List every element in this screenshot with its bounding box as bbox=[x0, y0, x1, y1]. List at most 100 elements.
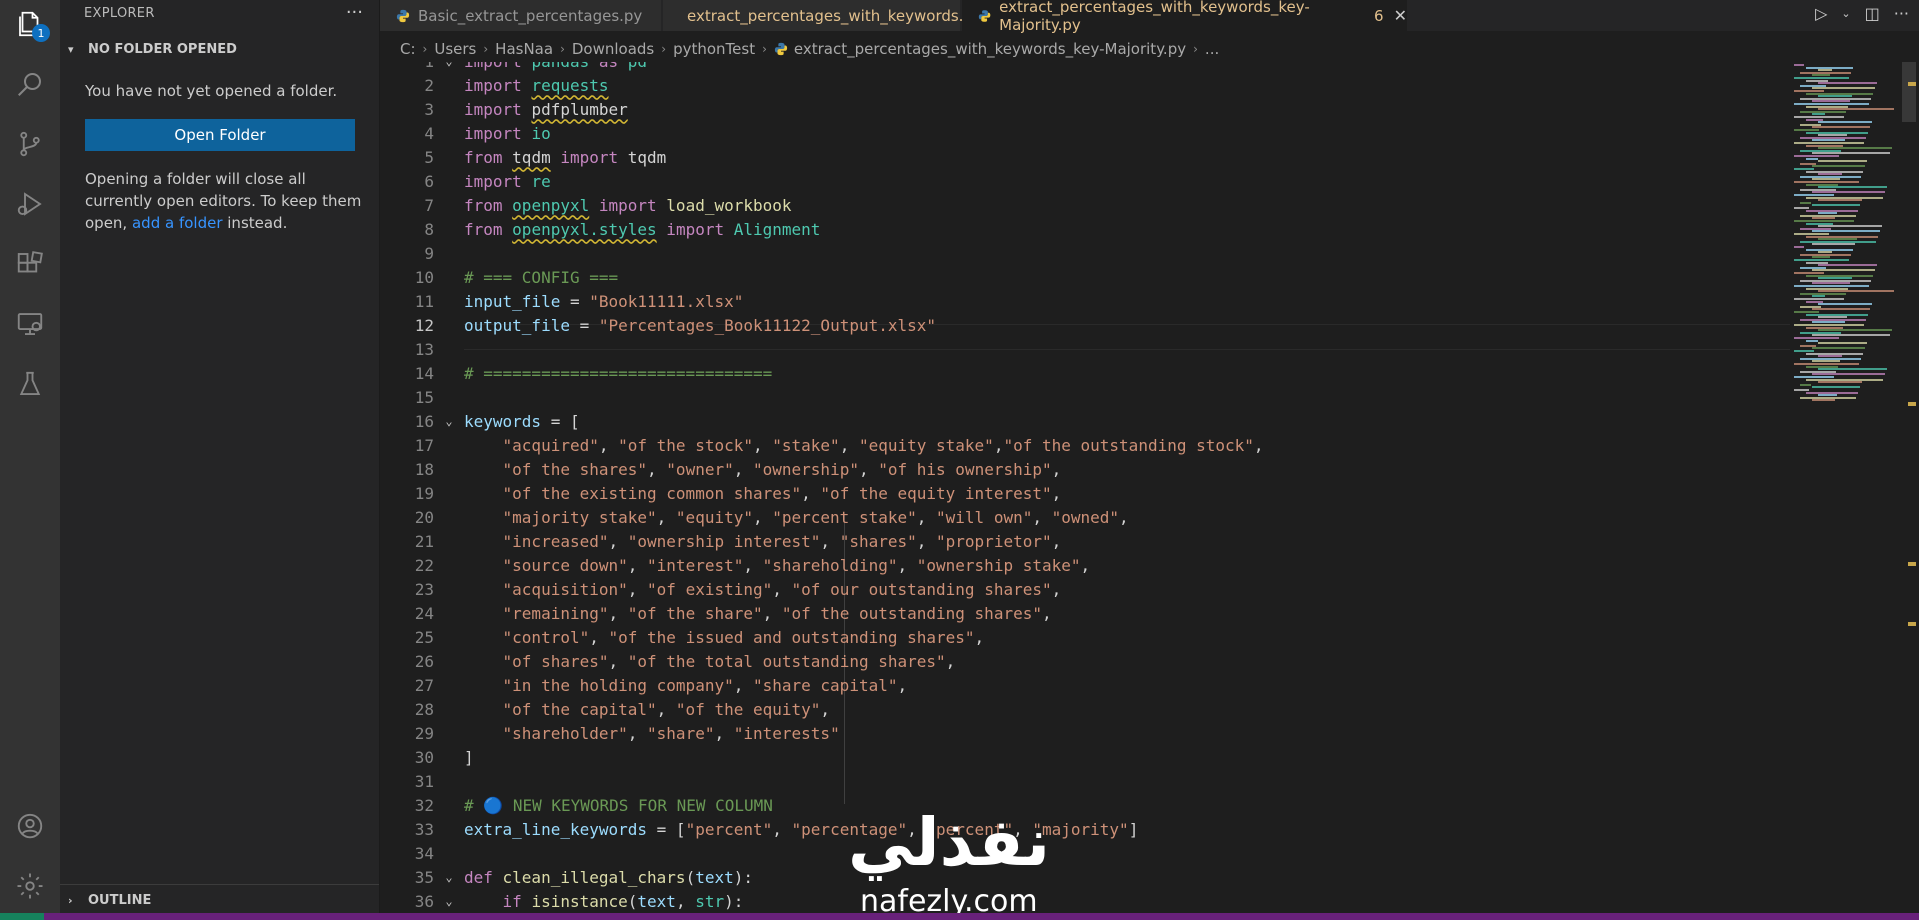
code-token: "of the shares" bbox=[502, 459, 648, 479]
code-token: # === CONFIG === bbox=[464, 267, 619, 287]
breadcrumb-item[interactable]: C: bbox=[400, 40, 416, 58]
split-editor-icon[interactable]: ◫ bbox=[1865, 4, 1880, 23]
line-number: 21 bbox=[414, 531, 434, 551]
minimap-line bbox=[1818, 199, 1862, 202]
settings-gear-icon[interactable] bbox=[10, 866, 50, 906]
fold-gutter bbox=[434, 798, 464, 812]
code-token: text bbox=[695, 867, 734, 887]
more-actions-icon[interactable]: ··· bbox=[1894, 4, 1909, 23]
code-line[interactable]: 10 # === CONFIG === bbox=[380, 265, 1790, 289]
close-tab-icon[interactable]: ✕ bbox=[1394, 6, 1407, 25]
code-line[interactable]: 2 import requests bbox=[380, 73, 1790, 97]
breadcrumb-item[interactable]: HasNaa bbox=[495, 40, 553, 58]
code-token: "Percentages_Book11122_Output.xlsx" bbox=[598, 315, 937, 335]
outline-section-header[interactable]: › OUTLINE bbox=[68, 893, 151, 908]
code-line[interactable]: 31 bbox=[380, 769, 1790, 793]
fold-chevron-icon[interactable]: ⌄ bbox=[434, 870, 464, 884]
code-token: , bbox=[608, 603, 628, 623]
line-number: 26 bbox=[414, 651, 434, 671]
code-token: "increased" bbox=[502, 531, 609, 551]
code-line[interactable]: 17 "acquired", "of the stock", "stake", … bbox=[380, 433, 1790, 457]
code-line[interactable]: 6 import re bbox=[380, 169, 1790, 193]
explorer-sidebar: EXPLORER ··· ▾ NO FOLDER OPENED You have… bbox=[60, 0, 380, 920]
code-line[interactable]: 20 "majority stake", "equity", "percent … bbox=[380, 505, 1790, 529]
code-line[interactable]: 15 bbox=[380, 385, 1790, 409]
code-line[interactable]: 14 # ============================== bbox=[380, 361, 1790, 385]
code-token: , bbox=[647, 459, 667, 479]
code-line[interactable]: 29 "shareholder", "share", "interests" bbox=[380, 721, 1790, 745]
testing-icon[interactable] bbox=[10, 364, 50, 404]
code-line[interactable]: 5 from tqdm import tqdm bbox=[380, 145, 1790, 169]
code-line[interactable]: 35 ⌄ def clean_illegal_chars(text): bbox=[380, 865, 1790, 889]
remote-indicator[interactable] bbox=[0, 913, 44, 920]
code-line[interactable]: 32 # 🔵 NEW KEYWORDS FOR NEW COLUMN bbox=[380, 793, 1790, 817]
code-line[interactable]: 1⌄import pandas as pd bbox=[380, 62, 1790, 73]
tab-extract-keywords[interactable]: extract_percentages_with_keywords.py 6 bbox=[663, 0, 997, 31]
code-line[interactable]: 23 "acquisition", "of existing", "of our… bbox=[380, 577, 1790, 601]
code-line[interactable]: 34 bbox=[380, 841, 1790, 865]
code-line[interactable]: 7 from openpyxl import load_workbook bbox=[380, 193, 1790, 217]
code-line[interactable]: 33 extra_line_keywords = ["percent", "pe… bbox=[380, 817, 1790, 841]
code-line[interactable]: 36 ⌄ if isinstance(text, str): bbox=[380, 889, 1790, 913]
more-actions-icon[interactable]: ··· bbox=[346, 2, 363, 23]
code-line[interactable]: 21 "increased", "ownership interest", "s… bbox=[380, 529, 1790, 553]
minimap[interactable] bbox=[1790, 62, 1902, 920]
breadcrumb-item[interactable]: extract_percentages_with_keywords_key-Ma… bbox=[794, 40, 1186, 58]
fold-chevron-icon[interactable]: ⌄ bbox=[434, 414, 464, 428]
code-token: requests bbox=[531, 75, 609, 95]
code-line[interactable]: 4 import io bbox=[380, 121, 1790, 145]
code-line[interactable]: 3 import pdfplumber bbox=[380, 97, 1790, 121]
extensions-icon[interactable] bbox=[10, 244, 50, 284]
fold-chevron-icon[interactable]: ⌄ bbox=[434, 894, 464, 908]
code-line[interactable]: 19 "of the existing common shares", "of … bbox=[380, 481, 1790, 505]
fold-gutter bbox=[434, 126, 464, 140]
run-debug-icon[interactable] bbox=[10, 184, 50, 224]
scroll-thumb[interactable] bbox=[1902, 62, 1916, 122]
source-control-icon[interactable] bbox=[10, 124, 50, 164]
add-folder-link[interactable]: add a folder bbox=[132, 214, 223, 232]
remote-explorer-icon[interactable] bbox=[10, 304, 50, 344]
code-token: import bbox=[550, 147, 628, 167]
code-line[interactable]: 28 "of the capital", "of the equity", bbox=[380, 697, 1790, 721]
code-token: , bbox=[743, 555, 763, 575]
code-token: # 🔵 NEW KEYWORDS FOR NEW COLUMN bbox=[464, 795, 773, 815]
code-line[interactable]: 30 ] bbox=[380, 745, 1790, 769]
code-line[interactable]: 26 "of shares", "of the total outstandin… bbox=[380, 649, 1790, 673]
accounts-icon[interactable] bbox=[10, 806, 50, 846]
code-line[interactable]: 12 output_file = "Percentages_Book11122_… bbox=[380, 313, 1790, 337]
breadcrumb-item[interactable]: ... bbox=[1205, 40, 1219, 58]
breadcrumb-item[interactable]: Users bbox=[434, 40, 476, 58]
code-line[interactable]: 22 "source down", "interest", "sharehold… bbox=[380, 553, 1790, 577]
fold-chevron-icon[interactable]: ⌄ bbox=[434, 62, 464, 68]
line-number: 9 bbox=[424, 243, 434, 263]
explorer-icon[interactable]: 1 bbox=[10, 4, 50, 44]
run-dropdown-chevron-icon[interactable]: ⌄ bbox=[1841, 7, 1850, 20]
open-folder-button[interactable]: Open Folder bbox=[85, 119, 355, 151]
code-line[interactable]: 18 "of the shares", "owner", "ownership"… bbox=[380, 457, 1790, 481]
fold-gutter bbox=[434, 462, 464, 476]
breadcrumb-item[interactable]: pythonTest bbox=[673, 40, 755, 58]
code-editor[interactable]: 1⌄import pandas as pd2 import requests3 … bbox=[380, 62, 1790, 920]
no-folder-section-header[interactable]: ▾ NO FOLDER OPENED bbox=[68, 42, 237, 57]
code-line[interactable]: 16 ⌄ keywords = [ bbox=[380, 409, 1790, 433]
code-line[interactable]: 11 input_file = "Book11111.xlsx" bbox=[380, 289, 1790, 313]
code-line[interactable]: 9 bbox=[380, 241, 1790, 265]
code-line[interactable]: 13 bbox=[380, 337, 1790, 361]
code-token: ): bbox=[724, 891, 744, 911]
code-line[interactable]: 24 "remaining", "of the share", "of the … bbox=[380, 601, 1790, 625]
code-line[interactable]: 8 from openpyxl.styles import Alignment bbox=[380, 217, 1790, 241]
fold-gutter bbox=[434, 606, 464, 620]
python-file-icon bbox=[774, 42, 788, 56]
tab-extract-keywords-majority[interactable]: extract_percentages_with_keywords_key-Ma… bbox=[962, 0, 1408, 34]
note-text-end: instead. bbox=[222, 214, 288, 232]
tab-basic-extract[interactable]: Basic_extract_percentages.py bbox=[380, 0, 662, 31]
code-line[interactable]: 25 "control", "of the issued and outstan… bbox=[380, 625, 1790, 649]
search-icon[interactable] bbox=[10, 64, 50, 104]
vertical-scrollbar[interactable] bbox=[1902, 62, 1916, 920]
breadcrumb-item[interactable]: Downloads bbox=[572, 40, 654, 58]
code-line[interactable]: 27 "in the holding company", "share capi… bbox=[380, 673, 1790, 697]
run-file-icon[interactable]: ▷ bbox=[1815, 4, 1827, 23]
code-token: , bbox=[733, 675, 753, 695]
